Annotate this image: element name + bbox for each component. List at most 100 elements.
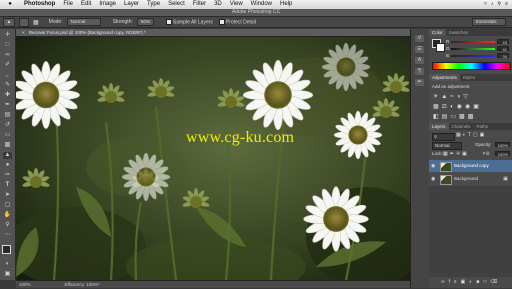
quick-mask-icon[interactable]: ◐ [3,261,12,268]
color-bg-swatch[interactable] [436,43,445,52]
crop-tool-icon[interactable]: ⌞ [3,72,12,79]
fill-input[interactable]: 100% [495,151,510,157]
workspace-select[interactable]: Essentials [472,18,506,26]
selective-color-icon[interactable]: ▩ [468,114,477,120]
tab-paths[interactable]: Paths [474,123,492,130]
r-value[interactable]: 43 [497,39,509,45]
zoom-level[interactable]: 100% [19,281,31,288]
layer-row-background-copy[interactable]: ◉ Background copy [429,160,512,172]
spotlight-icon[interactable]: ⚲ [497,0,501,9]
threshold-icon[interactable]: ▭ [450,114,459,120]
menu-image[interactable]: Image [95,0,120,9]
clone-stamp-tool-icon[interactable]: ▤ [3,112,12,119]
hue-saturation-icon[interactable]: ▦ [433,104,442,110]
menu-help[interactable]: Help [276,0,296,9]
invert-icon[interactable]: ◧ [433,114,442,120]
sharpen-tool-icon[interactable]: ▲ [3,152,12,159]
tab-swatches[interactable]: Swatches [446,29,472,36]
brush-presets-icon[interactable]: ✒ [415,79,424,86]
dodge-tool-icon[interactable]: ● [3,162,12,169]
properties-panel-icon[interactable]: ☰ [415,46,424,53]
gradient-tool-icon[interactable]: ▩ [3,142,12,149]
lock-all-icon[interactable]: ▣ [462,151,469,157]
photo-filter-icon[interactable]: ◉ [457,104,465,110]
vibrance-icon[interactable]: ▽ [463,94,471,100]
link-layers-icon[interactable]: ∞ [441,279,449,285]
menu-3d[interactable]: 3D [210,0,226,9]
eraser-tool-icon[interactable]: ▭ [3,132,12,139]
wifi-icon[interactable]: ≈ [484,0,487,9]
black-white-icon[interactable]: ◐ [450,104,457,110]
healing-brush-tool-icon[interactable]: ✚ [3,92,12,99]
checkbox-icon[interactable] [165,18,172,25]
rectangle-tool-icon[interactable]: ▢ [3,202,12,209]
apple-menu-icon[interactable]: ● [0,0,20,9]
menu-app[interactable]: Photoshop [20,0,59,9]
menu-edit[interactable]: Edit [77,0,95,9]
layer-filter-select[interactable]: ⚲ [432,133,455,141]
paragraph-panel-icon[interactable]: ¶ [415,68,424,75]
eyedropper-tool-icon[interactable]: ✎ [3,82,12,89]
volume-icon[interactable]: ♪ [491,0,494,9]
strength-input[interactable]: 50% [136,18,154,26]
screen-mode-icon[interactable]: ▣ [3,271,12,278]
visibility-eye-icon[interactable]: ◉ [431,173,437,185]
path-selection-tool-icon[interactable]: ➤ [3,192,12,199]
channel-mixer-icon[interactable]: ◉ [465,104,473,110]
g-slider[interactable] [451,48,495,50]
document-canvas[interactable]: www.cg-ku.com [16,37,410,280]
shape-filter-icon[interactable]: ▢ [473,132,480,138]
marquee-tool-icon[interactable]: □ [3,42,12,49]
tab-adjustments[interactable]: Adjustments [429,74,460,81]
tab-styles[interactable]: Styles [460,74,478,81]
menu-window[interactable]: Window [247,0,276,9]
b-value[interactable]: 34 [497,53,509,59]
tool-preset-icon[interactable]: ▲ [3,17,15,27]
type-tool-icon[interactable]: T [3,182,12,189]
character-panel-icon[interactable]: A [415,57,424,64]
color-spectrum[interactable] [432,62,511,70]
color-balance-icon[interactable]: ⚖ [442,104,450,110]
brush-tool-icon[interactable]: ✒ [3,102,12,109]
fx-icon[interactable]: fx [449,279,461,285]
move-tool-icon[interactable]: ✛ [3,32,12,39]
opacity-input[interactable]: 100% [495,142,510,148]
notifications-icon[interactable]: ≡ [505,0,508,9]
menu-view[interactable]: View [226,0,247,9]
add-mask-icon[interactable]: ▣ [460,279,469,285]
g-value[interactable]: 41 [497,46,509,52]
smart-filter-icon[interactable]: ▣ [480,132,487,138]
menu-type[interactable]: Type [143,0,164,9]
delete-layer-icon[interactable]: ⌫ [490,279,501,285]
r-slider[interactable] [451,41,495,43]
tab-layers[interactable]: Layers [429,123,449,130]
brush-size-icon[interactable] [19,17,29,27]
zoom-tool-icon[interactable]: ⚲ [3,222,12,229]
tab-channels[interactable]: Channels [449,123,474,130]
protect-detail-checkbox[interactable]: Protect Detail [218,18,256,25]
close-tab-icon[interactable]: × [22,30,25,35]
blend-mode-select[interactable]: Normal [432,142,462,150]
checkbox-icon[interactable] [218,18,225,25]
lock-transparency-icon[interactable]: ▦ [443,151,450,157]
quick-select-tool-icon[interactable]: ✐ [3,62,12,69]
foreground-color-swatch[interactable] [2,245,11,254]
tab-color[interactable]: Color [429,29,446,36]
gradient-map-icon[interactable]: ▩ [459,114,468,120]
visibility-eye-icon[interactable]: ◉ [431,160,437,172]
extra-tools-icon[interactable]: ⋯ [3,232,12,239]
sample-all-layers-checkbox[interactable]: Sample All Layers [165,18,213,25]
history-brush-tool-icon[interactable]: ↺ [3,122,12,129]
lasso-tool-icon[interactable]: ∞ [3,52,12,59]
mode-select[interactable]: Normal [66,18,101,26]
hand-tool-icon[interactable]: ✋ [3,212,12,219]
pen-tool-icon[interactable]: ✑ [3,172,12,179]
layer-row-background[interactable]: ◉ Background ▣ [429,173,512,185]
color-lookup-icon[interactable]: ▣ [473,104,482,110]
menu-select[interactable]: Select [164,0,189,9]
menu-layer[interactable]: Layer [120,0,143,9]
levels-icon[interactable]: ▲ [441,94,450,100]
brush-panel-icon[interactable]: ▦ [33,19,39,26]
document-tab[interactable]: × Recover Focus.psd @ 100% (Background c… [16,29,410,37]
pixel-filter-icon[interactable]: ▦ [456,132,463,138]
